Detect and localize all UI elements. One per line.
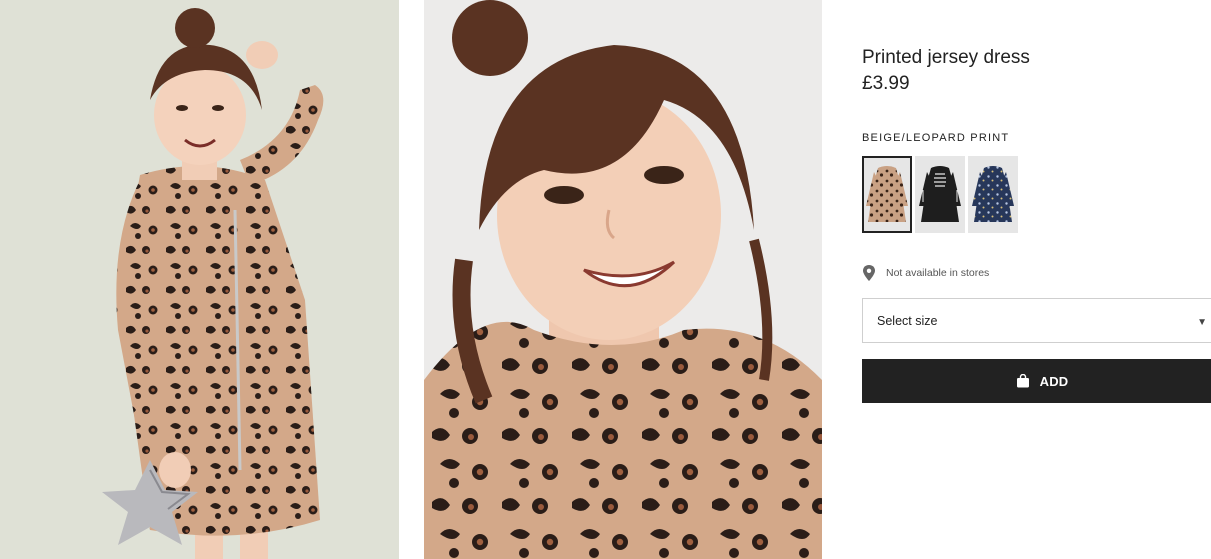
shopping-bag-icon [1016, 374, 1029, 388]
swatch-black-skeleton[interactable] [915, 156, 965, 233]
product-price: £3.99 [862, 73, 910, 94]
colour-swatches [862, 156, 1018, 233]
size-select-placeholder: Select size [877, 313, 938, 328]
store-availability: Not available in stores [862, 265, 989, 281]
add-button-label: ADD [1039, 373, 1069, 389]
product-image-full-body[interactable] [0, 0, 399, 559]
swatch-beige-leopard[interactable] [862, 156, 912, 233]
location-pin-icon [863, 265, 875, 281]
add-to-bag-button[interactable]: ADD [862, 359, 1211, 403]
size-select[interactable]: Select size ▼ [862, 298, 1211, 343]
product-title: Printed jersey dress [862, 47, 1030, 68]
swatch-navy-print[interactable] [968, 156, 1018, 233]
product-info: Printed jersey dress £3.99 [862, 44, 1211, 96]
chevron-down-icon: ▼ [1197, 317, 1207, 328]
selected-colour-label: BEIGE/LEOPARD PRINT [862, 132, 1010, 144]
availability-text: Not available in stores [886, 267, 990, 279]
product-image-closeup[interactable] [424, 0, 822, 559]
